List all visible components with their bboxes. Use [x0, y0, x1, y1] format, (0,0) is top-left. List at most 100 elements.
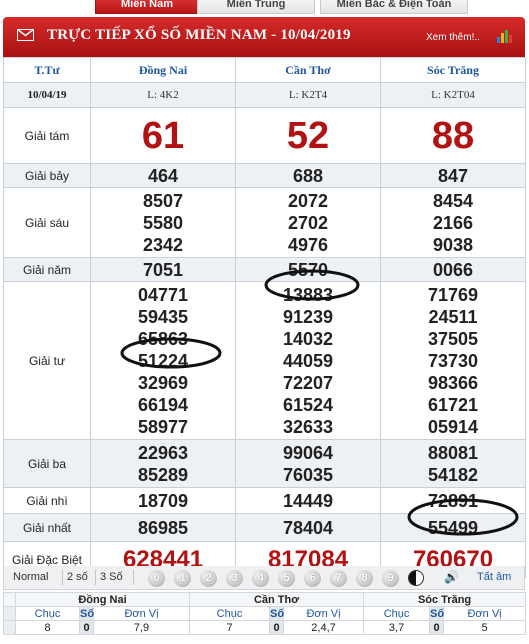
prize-value: 2166	[432, 212, 474, 233]
digit-8-button[interactable]: 8	[356, 570, 373, 587]
prize-value: 22963	[137, 442, 189, 463]
prize-value: 05914	[427, 416, 479, 437]
prize-row-3: Giải ba 22963 85289 99064 76035 88081 54…	[3, 439, 526, 488]
prize-value: 5570	[235, 257, 381, 282]
prize-values: 88081 54182	[380, 439, 526, 488]
prize-label: Giải năm	[3, 257, 91, 282]
digit-4-button[interactable]: 4	[252, 570, 269, 587]
prize-value: 32633	[282, 416, 334, 437]
digit-3-button[interactable]: 3	[226, 570, 243, 587]
tab-mien-bac[interactable]: Miền Bắc & Điện Toán	[320, 0, 468, 14]
prize-row-6: Giải sáu 8507 5580 2342 2072 2702 4976 8…	[3, 187, 526, 258]
prize-row-8: Giải tám 61 52 88	[3, 107, 526, 164]
stat-chuc: 8	[15, 620, 80, 635]
prize-value: 51224	[137, 350, 189, 371]
prize-value: 54182	[427, 464, 479, 485]
digit-7-button[interactable]: 7	[330, 570, 347, 587]
province-can-tho[interactable]: Cần Thơ	[235, 57, 381, 83]
filter-toolbar: Normal 2 số 3 Số 0 1 2 3 4 5 6 7 8 9 🔊 T…	[3, 566, 525, 590]
prize-row-4: Giải tư 04771 59435 65863 51224 32969 66…	[3, 281, 526, 440]
digit-5-button[interactable]: 5	[278, 570, 295, 587]
tab-mien-nam[interactable]: Miền Nam	[95, 0, 199, 14]
prize-value: 58977	[137, 416, 189, 437]
prize-value: 2342	[142, 234, 184, 255]
col-so: Số	[79, 606, 95, 621]
show-all-button[interactable]: Tất âm	[477, 571, 511, 583]
stat-chuc: 7	[189, 620, 271, 635]
prize-value: 65863	[137, 328, 189, 349]
prize-value: 8454	[432, 190, 474, 211]
prize-value: 9038	[432, 234, 474, 255]
prize-value: 688	[235, 163, 381, 188]
prize-value: 18709	[90, 487, 236, 514]
digit-2-button[interactable]: 2	[200, 570, 217, 587]
prize-value: 14032	[282, 328, 334, 349]
prize-label: Giải tám	[3, 107, 91, 164]
prize-row-5: Giải năm 7051 5570 0066	[3, 257, 526, 282]
prize-value: 71769	[427, 284, 479, 305]
mode-2-so[interactable]: 2 số	[67, 571, 88, 583]
digit-9-button[interactable]: 9	[382, 570, 399, 587]
prize-values: 04771 59435 65863 51224 32969 66194 5897…	[90, 281, 236, 440]
digit-1-button[interactable]: 1	[174, 570, 191, 587]
tab-label: Miền Nam	[121, 0, 173, 10]
prize-value: 14449	[235, 487, 381, 514]
tab-label: Miền Trung	[226, 0, 286, 10]
stat-so: 0	[429, 620, 445, 635]
prize-values: 2072 2702 4976	[235, 187, 381, 258]
province-soc-trang[interactable]: Sóc Trăng	[380, 57, 526, 83]
prize-label: Giải bảy	[3, 163, 91, 188]
loto-stats: Đồng Nai Cần Thơ Sóc Trăng Chục Số Đơn V…	[3, 592, 527, 635]
stats-column-row: Chục Số Đơn Vị Chục Số Đơn Vị Chục Số Đơ…	[3, 606, 527, 621]
see-more-link[interactable]: Xem thêm!..	[426, 32, 480, 43]
prize-value: 2072	[287, 190, 329, 211]
prize-value: 2702	[287, 212, 329, 233]
prize-value: 24511	[428, 306, 478, 327]
col-don-vi: Đơn Vị	[92, 606, 191, 621]
tab-label: Miền Bắc & Điện Toán	[336, 0, 452, 10]
stat-chuc: 3,7	[363, 620, 431, 635]
prize-value: 37505	[427, 328, 479, 349]
tab-mien-trung[interactable]: Miền Trung	[197, 0, 315, 14]
weekday-label: T.Tư	[3, 57, 91, 83]
prize-label: Giải tư	[3, 281, 91, 440]
stats-table: Đồng Nai Cần Thơ Sóc Trăng Chục Số Đơn V…	[3, 592, 527, 635]
stats-province: Cần Thơ	[189, 592, 365, 607]
prize-value: 32969	[137, 372, 189, 393]
stat-don-vi: 7,9	[92, 620, 191, 635]
prize-label: Giải nhất	[3, 513, 91, 542]
province-header-row: T.Tư Đồng Nai Cần Thơ Sóc Trăng	[3, 57, 526, 83]
prize-value: 76035	[282, 464, 334, 485]
prize-values: 99064 76035	[235, 439, 381, 488]
ticket-code-row: 10/04/19 L: 4K2 L: K2T4 L: K2T04	[3, 82, 526, 108]
prize-value: 78404	[235, 513, 381, 542]
col-don-vi: Đơn Vị	[443, 606, 527, 621]
prize-label: Giải sáu	[3, 187, 91, 258]
prize-values: 22963 85289	[90, 439, 236, 488]
prize-value: 04771	[137, 284, 189, 305]
digit-0-button[interactable]: 0	[148, 570, 165, 587]
prize-values: 71769 24511 37505 73730 98366 61721 0591…	[380, 281, 526, 440]
prize-value: 13883	[282, 284, 334, 305]
prize-value: 86985	[90, 513, 236, 542]
prize-value: 73730	[427, 350, 479, 371]
prize-value: 0066	[380, 257, 526, 282]
col-chuc: Chục	[363, 606, 431, 621]
prize-value: 88081	[427, 442, 479, 463]
results-table: T.Tư Đồng Nai Cần Thơ Sóc Trăng 10/04/19…	[3, 57, 526, 578]
digit-6-button[interactable]: 6	[304, 570, 321, 587]
col-so: Số	[269, 606, 285, 621]
mode-3-so[interactable]: 3 Số	[100, 571, 123, 583]
province-dong-nai[interactable]: Đồng Nai	[90, 57, 236, 83]
sound-icon[interactable]: 🔊	[444, 570, 459, 584]
results-header: TRỰC TIẾP XỔ SỐ MIỀN NAM - 10/04/2019 Xe…	[3, 17, 525, 57]
stat-so: 0	[79, 620, 94, 635]
yin-yang-icon[interactable]	[408, 570, 424, 586]
stat-don-vi: 2,4,7	[283, 620, 365, 635]
stat-so: 0	[269, 620, 285, 635]
col-so: Số	[429, 606, 445, 621]
mode-normal[interactable]: Normal	[13, 571, 48, 583]
stats-province-row: Đồng Nai Cần Thơ Sóc Trăng	[3, 592, 527, 607]
bar-chart-icon[interactable]	[497, 29, 515, 43]
stats-province: Đồng Nai	[14, 592, 191, 607]
